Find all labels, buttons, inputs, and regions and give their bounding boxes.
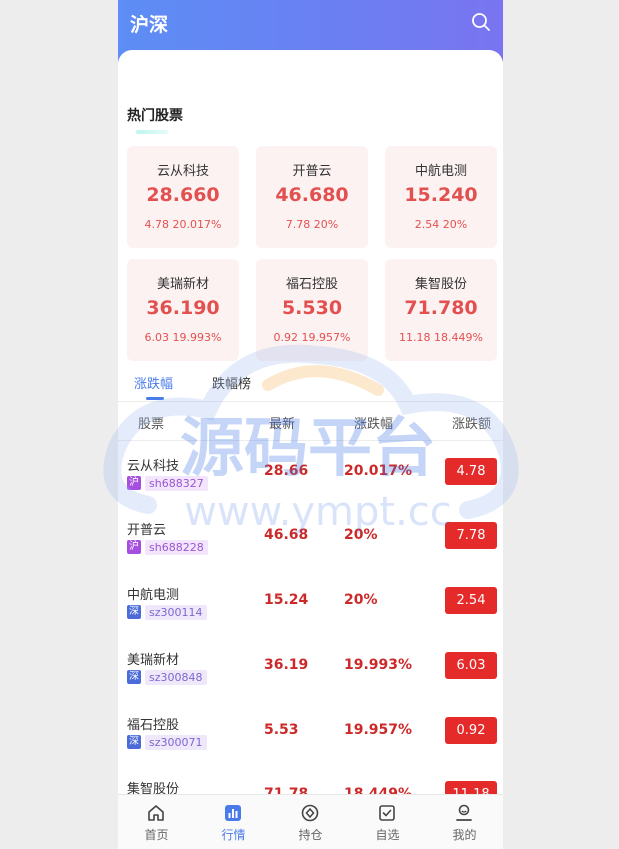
stock-pct: 20% [344, 527, 378, 543]
tab-gainers[interactable]: 涨跌幅 [134, 373, 173, 392]
tabbar-item-home[interactable]: 首页 [118, 795, 195, 849]
stock-code: sh688327 [145, 476, 208, 491]
position-icon [301, 804, 319, 822]
hot-stock-name: 开普云 [292, 164, 332, 179]
tabbar-item-me[interactable]: 我的 [426, 795, 503, 849]
market-badge: 沪 [127, 540, 141, 554]
hot-stock-card[interactable]: 中航电测 15.240 2.54 20% [385, 146, 497, 248]
table-row[interactable]: 美瑞新材 深 sz300848 36.19 19.993% 6.03 [118, 649, 503, 709]
tab-indicator [146, 397, 164, 400]
hot-stock-price: 46.680 [275, 184, 349, 206]
table-row[interactable]: 开普云 沪 sh688228 46.68 20% 7.78 [118, 519, 503, 579]
home-icon [148, 805, 164, 821]
market-badge: 深 [127, 670, 141, 684]
tabs-divider [118, 401, 503, 402]
table-row[interactable]: 福石控股 深 sz300071 5.53 19.957% 0.92 [118, 714, 503, 774]
hot-stock-price: 15.240 [404, 184, 478, 206]
bottom-tab-bar: 首页 行情 持仓 自选 我的 [118, 794, 503, 849]
stock-price: 28.66 [264, 463, 309, 479]
tabbar-item-watchlist[interactable]: 自选 [349, 795, 426, 849]
hot-stock-price: 28.660 [146, 184, 220, 206]
stock-pct: 20.017% [344, 463, 413, 479]
stock-pct: 19.993% [344, 657, 413, 673]
column-header-pct: 涨跌幅 [354, 417, 394, 432]
market-badge: 深 [127, 605, 141, 619]
stock-code: sz300848 [145, 670, 207, 685]
change-amount-badge: 4.78 [445, 458, 497, 485]
tabbar-item-position[interactable]: 持仓 [272, 795, 349, 849]
hot-stock-card[interactable]: 福石控股 5.530 0.92 19.957% [256, 259, 368, 361]
tabbar-item-market[interactable]: 行情 [195, 795, 272, 849]
profile-icon [456, 804, 472, 821]
hot-stock-price: 71.780 [404, 297, 478, 319]
title-underline [136, 130, 168, 134]
table-row[interactable]: 云从科技 沪 sh688327 28.66 20.017% 4.78 [118, 455, 503, 515]
change-amount-badge: 6.03 [445, 652, 497, 679]
change-amount-badge: 2.54 [445, 587, 497, 614]
stock-name: 开普云 [127, 523, 167, 538]
column-header-latest: 最新 [269, 417, 296, 432]
column-header-stock: 股票 [138, 417, 165, 432]
hot-stock-price: 36.190 [146, 297, 220, 319]
hot-stock-name: 集智股份 [414, 277, 467, 292]
change-amount-badge: 0.92 [445, 717, 497, 744]
stock-code: sh688228 [145, 540, 208, 555]
table-row[interactable]: 中航电测 深 sz300114 15.24 20% 2.54 [118, 584, 503, 644]
hot-stock-name: 福石控股 [285, 277, 338, 292]
tabbar-label: 行情 [221, 828, 246, 842]
tabbar-label: 自选 [375, 828, 400, 842]
hot-stock-name: 美瑞新材 [156, 277, 209, 292]
stock-name: 福石控股 [127, 718, 180, 733]
hot-stock-card[interactable]: 云从科技 28.660 4.78 20.017% [127, 146, 239, 248]
hot-stock-change: 4.78 20.017% [144, 218, 222, 231]
stock-name: 云从科技 [127, 459, 180, 474]
stock-code: sz300071 [145, 735, 207, 750]
stock-price: 5.53 [264, 722, 299, 738]
tabbar-label: 持仓 [298, 828, 323, 842]
column-header-amount[interactable]: 涨跌额 [452, 413, 491, 432]
hot-stock-card[interactable]: 集智股份 71.780 11.18 18.449% [385, 259, 497, 361]
market-badge: 深 [127, 735, 141, 749]
hot-stocks-title: 热门股票 [127, 108, 183, 124]
checkbox-icon [379, 805, 395, 821]
hot-stock-price: 5.530 [281, 297, 343, 319]
tabbar-label: 我的 [452, 828, 477, 842]
change-amount-badge: 7.78 [445, 522, 497, 549]
hot-stock-change: 6.03 19.993% [144, 331, 222, 344]
stock-name: 美瑞新材 [127, 653, 180, 668]
stock-pct: 20% [344, 592, 378, 608]
hot-stock-change: 2.54 20% [414, 218, 468, 231]
stock-name: 中航电测 [127, 588, 180, 603]
search-icon[interactable] [471, 12, 491, 32]
app-screen: 沪深 热门股票 云从科技 28.660 4.78 20.017% 开普云 46.… [118, 0, 503, 849]
page-title: 沪深 [130, 14, 169, 36]
stock-price: 15.24 [264, 592, 309, 608]
tab-losers[interactable]: 跌幅榜 [212, 373, 251, 392]
hot-stock-change: 11.18 18.449% [399, 331, 483, 344]
hot-stock-change: 7.78 20% [285, 218, 339, 231]
hot-stock-card[interactable]: 开普云 46.680 7.78 20% [256, 146, 368, 248]
stock-code: sz300114 [145, 605, 207, 620]
tabbar-label: 首页 [144, 828, 169, 842]
hot-stock-change: 0.92 19.957% [273, 331, 351, 344]
hot-stock-card[interactable]: 美瑞新材 36.190 6.03 19.993% [127, 259, 239, 361]
stock-price: 46.68 [264, 527, 309, 543]
stock-price: 36.19 [264, 657, 309, 673]
hot-stock-name: 云从科技 [156, 164, 209, 179]
market-badge: 沪 [127, 476, 141, 490]
chart-icon [225, 805, 241, 821]
stock-pct: 19.957% [344, 722, 413, 738]
hot-stock-name: 中航电测 [414, 164, 467, 179]
header-divider [118, 440, 503, 441]
